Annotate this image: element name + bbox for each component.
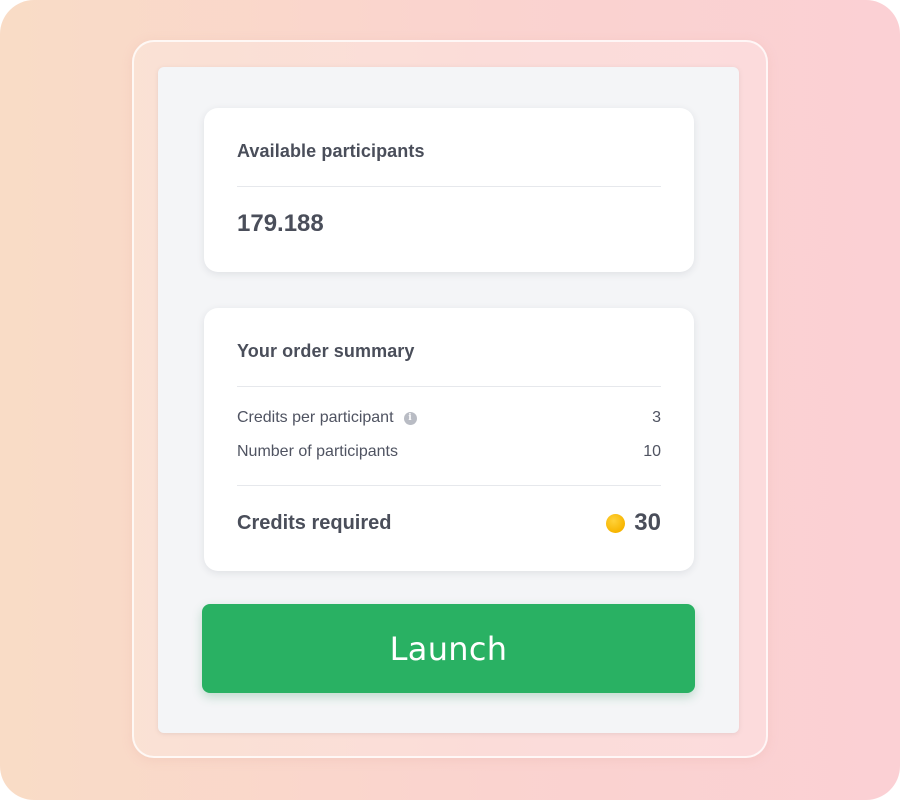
row-label-wrapper: Credits per participant i	[237, 409, 417, 427]
number-of-participants-value: 10	[643, 443, 661, 460]
divider	[237, 485, 661, 486]
credits-required-label: Credits required	[237, 511, 392, 534]
divider	[237, 186, 661, 187]
participants-card: Available participants 179.188	[204, 108, 694, 272]
available-participants-count: 179.188	[237, 210, 324, 237]
order-summary-title: Your order summary	[237, 341, 415, 361]
info-icon[interactable]: i	[403, 411, 417, 425]
order-summary-card: Your order summary Credits per participa…	[204, 308, 694, 571]
number-of-participants-label: Number of participants	[237, 443, 398, 460]
credits-per-participant-value: 3	[652, 409, 661, 426]
participants-card-title: Available participants	[237, 141, 425, 161]
credits-required-row: Credits required 30	[237, 509, 661, 537]
credits-per-participant-label: Credits per participant	[237, 409, 394, 426]
credits-per-participant-row: Credits per participant i 3	[237, 409, 661, 427]
number-of-participants-row: Number of participants 10	[237, 443, 661, 461]
credits-required-value: 30	[634, 509, 661, 536]
launch-button[interactable]: Launch	[202, 604, 695, 693]
coin-icon	[606, 513, 626, 533]
credits-required-total: 30	[606, 509, 661, 537]
divider	[237, 386, 661, 387]
